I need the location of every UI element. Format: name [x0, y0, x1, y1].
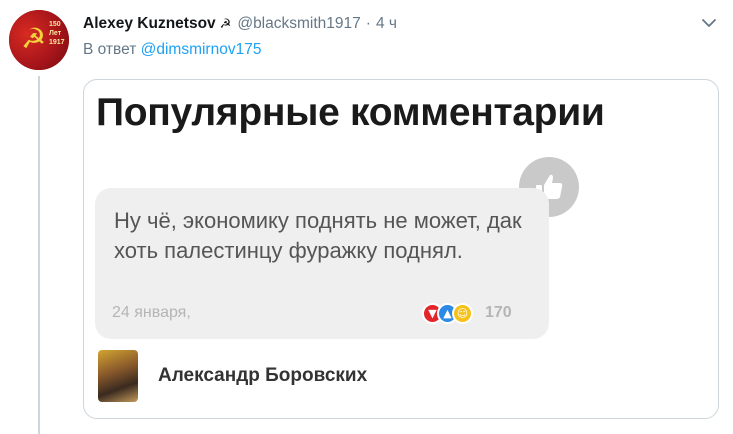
- reaction-count: 170: [485, 304, 512, 321]
- reactions-row: ▼ ▲ ☺ 170: [422, 301, 512, 325]
- separator-dot: ·: [365, 15, 371, 32]
- comment-bubble: Ну чё, экономику поднять не может, дак х…: [95, 188, 549, 339]
- author-photo: [98, 350, 138, 402]
- smile-icon: ☺: [452, 302, 473, 324]
- reply-context: В ответ @dimsmirnov175: [83, 41, 261, 59]
- author-name[interactable]: Alexey Kuznetsov: [83, 15, 216, 33]
- author-handle[interactable]: @blacksmith1917: [237, 15, 360, 33]
- chevron-down-icon[interactable]: [700, 14, 718, 32]
- card-title: Популярные комментарии: [96, 91, 605, 134]
- tweet-time[interactable]: 4 ч: [376, 15, 397, 33]
- user-avatar[interactable]: ☭ 150 Лет 1917: [9, 10, 69, 70]
- tweet[interactable]: ☭ 150 Лет 1917 Alexey Kuznetsov ☭ @black…: [0, 0, 733, 434]
- thread-line: [38, 76, 40, 434]
- comment-date: 24 января,: [112, 304, 191, 321]
- hammer-sickle-icon: ☭: [219, 16, 232, 32]
- avatar-text: 150 Лет 1917: [49, 21, 65, 46]
- comment-text: Ну чё, экономику поднять не может, дак х…: [114, 208, 522, 263]
- comment-author: Александр Боровских: [98, 350, 367, 402]
- reply-prefix: В ответ: [83, 41, 137, 58]
- media-card[interactable]: Популярные комментарии Ну чё, экономику …: [83, 79, 719, 419]
- hammer-sickle-icon: ☭: [21, 22, 47, 55]
- reply-mention-link[interactable]: @dimsmirnov175: [141, 41, 262, 58]
- tweet-header: Alexey Kuznetsov ☭ @blacksmith1917 · 4 ч: [83, 12, 397, 36]
- comment-author-name: Александр Боровских: [158, 365, 368, 386]
